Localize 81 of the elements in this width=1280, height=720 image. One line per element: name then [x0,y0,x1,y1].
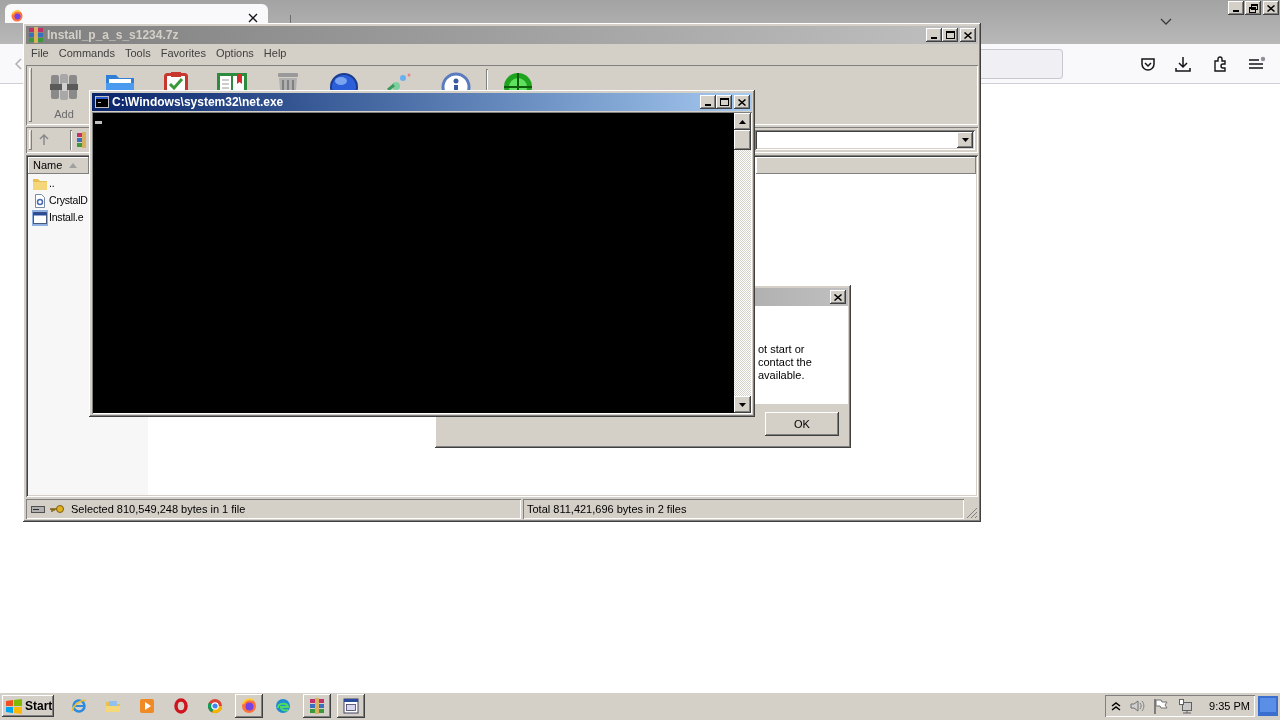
text-cursor-icon [95,121,102,124]
taskbar-button[interactable] [337,694,365,718]
network-icon[interactable] [1177,698,1193,714]
column-header[interactable]: Name [28,157,89,174]
info-icon[interactable] [440,71,472,90]
window-title: Install_p_a_s_s1234.7z [47,28,179,42]
minimize-button[interactable] [700,95,716,109]
folder-icon [105,698,121,714]
toolbar-grip[interactable] [29,68,32,122]
clock-text: 9:35 PM [1209,698,1250,714]
close-icon [964,31,972,39]
toolbar-grip[interactable] [29,130,32,150]
minimize-button[interactable] [1228,1,1244,15]
browser-logo-icon [11,10,23,22]
flame-globe-icon [241,698,257,714]
puzzle-piece-icon[interactable] [1212,55,1228,72]
file-row[interactable]: CrystalD [28,192,89,209]
caret-up-icon [739,119,746,124]
taskbar-button[interactable] [303,694,331,718]
close-button[interactable] [960,28,976,42]
play-icon [139,698,155,714]
key-icon [50,504,64,514]
maximize-button[interactable] [942,28,958,42]
scroll-up-button[interactable] [734,113,751,130]
menu-item[interactable]: Options [210,46,259,61]
scroll-thumb[interactable] [734,130,751,150]
status-text: Total 811,421,696 bytes in 2 files [527,501,687,517]
download-icon[interactable] [1175,55,1191,72]
restore-button[interactable] [1245,1,1261,15]
segmented-circle-icon [207,698,223,714]
dropdown-button[interactable] [957,132,973,148]
books-icon [28,27,44,43]
drive-icon [31,504,45,514]
window-title: C:\Windows\system32\net.exe [112,95,284,109]
restore-icon [1248,3,1258,13]
menu-icon[interactable] [1248,55,1266,72]
taskbar-button[interactable] [235,694,263,718]
message-text: available. [758,369,805,382]
menu-item[interactable]: Tools [120,46,156,61]
desktop-tile-icon[interactable] [1258,696,1278,716]
console-window-icon [343,698,359,714]
path-field[interactable] [755,130,975,150]
minimize-button[interactable] [926,28,942,42]
close-icon [738,98,746,106]
menu-item[interactable]: Favorites [155,46,211,61]
scroll-down-button[interactable] [734,396,751,413]
message-text: ot start or [758,343,805,356]
close-icon [834,293,842,301]
maximize-button[interactable] [716,95,732,109]
pocket-icon[interactable] [1140,55,1156,72]
file-row[interactable]: .. [28,175,89,192]
start-button[interactable]: Start [2,695,54,717]
chevron-down-icon[interactable] [1160,18,1172,25]
caret-down-icon [739,402,746,407]
menu-item[interactable]: Help [258,46,292,61]
menu-item[interactable]: Commands [53,46,120,61]
double-caret-icon[interactable] [1111,701,1121,711]
close-button[interactable] [1263,1,1279,15]
books-stack-icon [48,71,80,103]
maximize-icon [719,98,729,106]
wave-circle-icon [275,698,291,714]
close-button[interactable] [734,95,750,109]
caret-down-icon [961,138,969,142]
flag-icon[interactable] [1152,698,1168,714]
browser-e-icon [71,698,87,714]
books-icon [309,698,325,714]
address-field[interactable] [981,48,1063,79]
resize-grip-icon[interactable] [966,507,978,519]
dialog-button[interactable]: OK [765,412,839,436]
console-window-icon [95,96,109,108]
menu-item[interactable]: File [26,46,54,61]
maximize-icon [945,31,955,39]
close-icon [1267,4,1275,12]
open-book-icon[interactable] [216,71,248,90]
close-tab-icon[interactable] [248,13,258,23]
ring-icon [173,698,189,714]
file-row[interactable]: Install.e [28,209,89,226]
four-pane-flag-icon [5,698,23,714]
status-text: Selected 810,549,248 bytes in 1 file [71,501,246,517]
message-text: contact the [758,356,812,369]
close-button[interactable] [830,290,846,304]
